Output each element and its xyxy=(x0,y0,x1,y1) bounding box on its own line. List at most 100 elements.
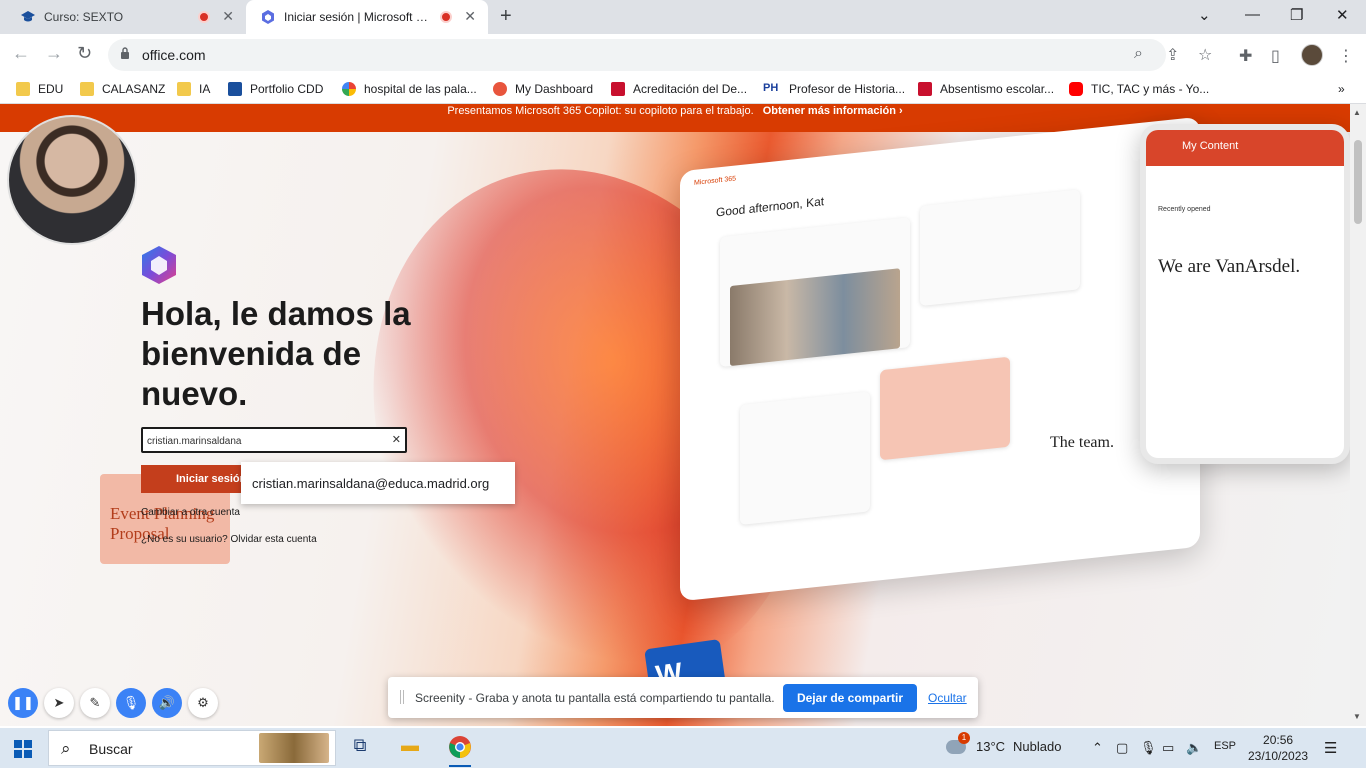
bookmark-hospital[interactable]: hospital de las pala... xyxy=(342,82,477,96)
tab-curso-sexto[interactable]: Curso: SEXTO ✕ xyxy=(8,0,246,34)
more-bookmarks-icon[interactable]: » xyxy=(1338,82,1345,96)
microphone-icon[interactable]: 🎙 xyxy=(116,688,146,718)
graduation-cap-icon xyxy=(228,82,242,96)
signin-button[interactable]: Iniciar sesión xyxy=(141,465,251,493)
restore-button[interactable]: ❐ xyxy=(1290,6,1303,24)
weather-widget[interactable]: 1 13°C Nublado xyxy=(946,731,1062,754)
pause-icon[interactable]: ❚❚ xyxy=(8,688,38,718)
new-tab-button[interactable]: + xyxy=(500,5,512,28)
tab-microsoft-365[interactable]: Iniciar sesión | Microsoft 365 ✕ xyxy=(246,0,488,34)
pen-icon[interactable]: ✎ xyxy=(80,688,110,718)
search-highlight-art xyxy=(259,733,329,763)
scroll-up-icon[interactable]: ▲ xyxy=(1353,108,1361,117)
side-panel-icon[interactable]: ▯ xyxy=(1271,46,1280,66)
bookmark-star-icon[interactable]: ☆ xyxy=(1198,45,1212,65)
address-bar[interactable]: office.com ⌕ ⇪ ☆ xyxy=(108,39,1212,71)
email-field[interactable]: ✕ xyxy=(141,427,407,453)
bookmark-label: IA xyxy=(199,82,211,96)
phone-header xyxy=(1146,130,1344,166)
settings-gear-icon[interactable]: ⚙ xyxy=(188,688,218,718)
chrome-icon[interactable] xyxy=(447,735,473,767)
microsoft-365-icon xyxy=(262,10,274,24)
share-notice-text: Screenity - Graba y anota tu pantalla es… xyxy=(415,691,775,705)
welcome-headline: Hola, le damos la bienvenida de nuevo. xyxy=(141,295,411,412)
scroll-thumb[interactable] xyxy=(1354,140,1362,224)
url-text: office.com xyxy=(142,47,206,63)
bookmark-dashboard[interactable]: My Dashboard xyxy=(493,82,593,96)
meeting-photos xyxy=(730,268,900,367)
windows-start-icon[interactable] xyxy=(14,740,32,758)
cloud-icon: 1 xyxy=(946,731,970,754)
hide-link[interactable]: Ocultar xyxy=(928,691,967,705)
bookmark-edu[interactable]: EDU xyxy=(16,82,63,96)
screen-share-bar: Screenity - Graba y anota tu pantalla es… xyxy=(388,677,978,718)
close-tab-icon[interactable]: ✕ xyxy=(222,8,234,25)
bookmark-tic[interactable]: TIC, TAC y más - Yo... xyxy=(1069,82,1209,96)
bookmark-calasanz[interactable]: CALASANZ xyxy=(80,82,165,96)
chart-card xyxy=(920,189,1080,307)
weather-desc: Nublado xyxy=(1013,739,1062,754)
minimize-button[interactable]: — xyxy=(1245,6,1260,23)
autocomplete-suggestion[interactable]: cristian.marinsaldana@educa.madrid.org xyxy=(241,462,515,504)
banner-link[interactable]: Obtener más información › xyxy=(763,104,903,118)
windows-taskbar: ⌕ Buscar ⧉ ▬ 1 13°C Nublado ⌃ ▢ 🎙 ▭ 🔈 ES… xyxy=(0,728,1366,768)
microphone-tray-icon[interactable]: 🎙 xyxy=(1140,740,1157,756)
zoom-icon[interactable]: ⌕ xyxy=(1134,45,1143,63)
bookmark-label: Absentismo escolar... xyxy=(940,82,1055,96)
scroll-down-icon[interactable]: ▼ xyxy=(1353,712,1361,721)
switch-account-link[interactable]: Cambiar a otra cuenta xyxy=(141,507,240,518)
phone-title: My Content xyxy=(1182,140,1239,152)
meet-now-icon[interactable]: ▢ xyxy=(1116,740,1128,756)
language-indicator[interactable]: ESP xyxy=(1214,740,1236,752)
taskbar-clock[interactable]: 20:56 23/10/2023 xyxy=(1248,732,1308,764)
close-window-button[interactable]: ✕ xyxy=(1336,6,1349,24)
email-input[interactable] xyxy=(147,432,387,450)
profile-avatar[interactable] xyxy=(1301,44,1323,66)
tab-title: Iniciar sesión | Microsoft 365 xyxy=(284,10,434,24)
bookmark-ia[interactable]: IA xyxy=(177,82,210,96)
search-icon: ⌕ xyxy=(61,739,71,758)
speaker-icon[interactable]: 🔊 xyxy=(152,688,182,718)
volume-icon[interactable]: 🔈 xyxy=(1186,740,1202,756)
bookmark-label: Acreditación del De... xyxy=(633,82,748,96)
bookmark-acreditacion[interactable]: Acreditación del De... xyxy=(611,82,747,96)
page-scrollbar[interactable]: ▲ ▼ xyxy=(1350,104,1366,726)
cursor-icon[interactable]: ➤ xyxy=(44,688,74,718)
folder-icon xyxy=(177,82,191,96)
menu-icon[interactable]: ⋮ xyxy=(1338,46,1354,66)
stop-sharing-button[interactable]: Dejar de compartir xyxy=(783,684,917,712)
extensions-icon[interactable]: ✚ xyxy=(1239,46,1252,66)
tray-overflow-icon[interactable]: ⌃ xyxy=(1092,740,1103,756)
search-label: Buscar xyxy=(89,741,133,757)
microsoft-365-logo xyxy=(142,246,176,284)
phone-vanarsdel: We are VanArsdel. xyxy=(1158,256,1301,277)
file-explorer-icon[interactable]: ▬ xyxy=(397,735,423,761)
clear-input-icon[interactable]: ✕ xyxy=(392,433,401,446)
bookmark-absentismo[interactable]: Absentismo escolar... xyxy=(918,82,1054,96)
folder-icon xyxy=(80,82,94,96)
task-view-icon[interactable]: ⧉ xyxy=(347,735,373,761)
share-icon[interactable]: ⇪ xyxy=(1166,45,1179,65)
madrid-icon xyxy=(918,82,932,96)
bookmark-portfolio[interactable]: Portfolio CDD xyxy=(228,82,323,96)
bookmark-label: My Dashboard xyxy=(515,82,594,96)
bookmark-label: EDU xyxy=(38,82,64,96)
notifications-icon[interactable]: ☰ xyxy=(1324,739,1337,757)
close-tab-icon[interactable]: ✕ xyxy=(464,8,476,25)
laptop-mockup: Microsoft 365 Good afternoon, Kat xyxy=(680,116,1200,602)
tab-search-chevron-icon[interactable]: ⌄ xyxy=(1198,6,1211,24)
forget-account-link[interactable]: ¿No es su usuario? Olvidar esta cuenta xyxy=(141,534,317,545)
reload-button[interactable]: ↻ xyxy=(77,43,92,64)
ph-icon: PH xyxy=(763,82,779,94)
back-button[interactable]: ← xyxy=(12,43,30,64)
drag-handle-icon[interactable] xyxy=(400,690,404,704)
battery-icon[interactable]: ▭ xyxy=(1162,740,1174,756)
webcam-bubble[interactable] xyxy=(7,115,137,245)
screenity-toolbar: ❚❚ ➤ ✎ 🎙 🔊 ⚙ xyxy=(8,688,218,720)
taskbar-search[interactable]: ⌕ Buscar xyxy=(48,730,336,766)
bookmark-label: hospital de las pala... xyxy=(364,82,477,96)
bookmark-profesor[interactable]: PH Profesor de Historia... xyxy=(763,82,905,96)
dashboard-icon xyxy=(493,82,507,96)
forward-button[interactable]: → xyxy=(45,43,63,64)
clock-time: 20:56 xyxy=(1263,733,1294,747)
